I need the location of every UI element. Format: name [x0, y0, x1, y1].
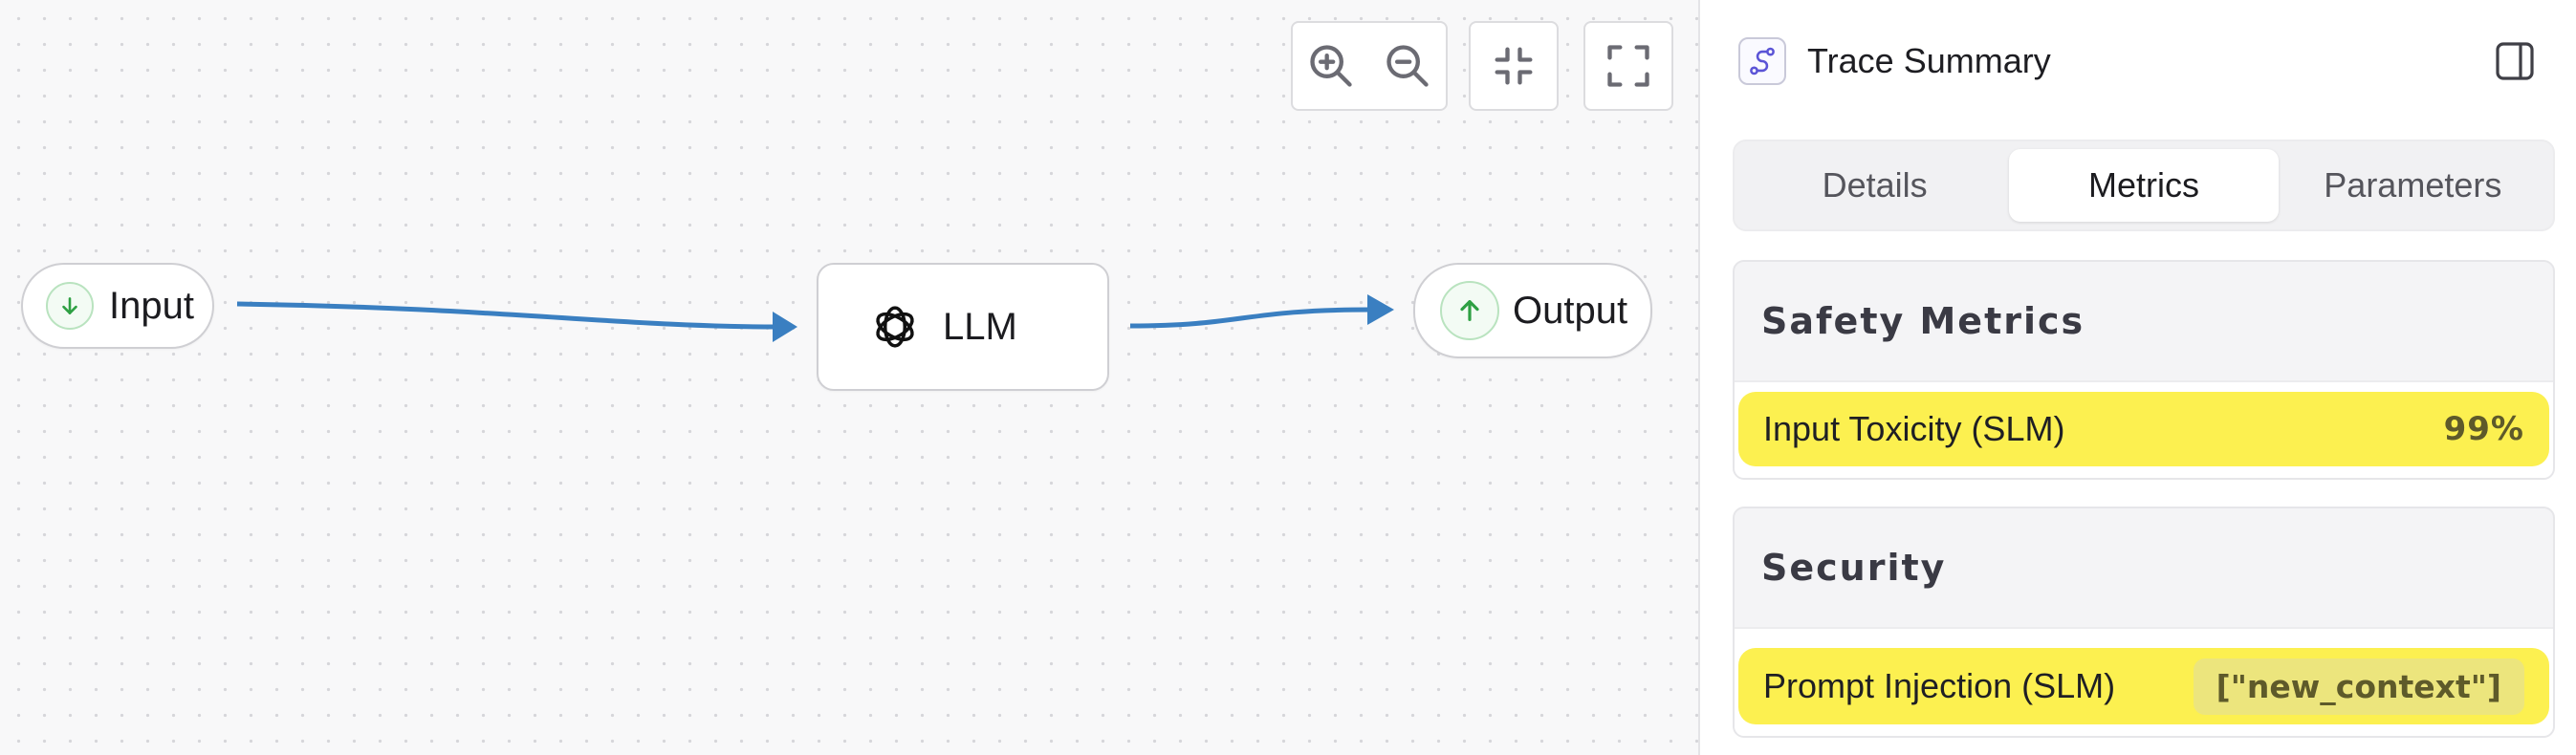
- safety-metrics-card: Safety Metrics Input Toxicity (SLM) 99%: [1733, 260, 2555, 480]
- sidebar-toggle-icon: [2496, 42, 2534, 80]
- security-card: Security Prompt Injection (SLM) ["new_co…: [1733, 507, 2555, 738]
- tab-metrics[interactable]: Metrics: [2009, 149, 2279, 222]
- panel-header: Trace Summary: [1738, 34, 2547, 88]
- metric-row-prompt-injection[interactable]: Prompt Injection (SLM) ["new_context"]: [1738, 648, 2549, 724]
- edge-arrowhead: [1367, 294, 1394, 325]
- edge-input-llm: [236, 301, 777, 330]
- trace-icon: [1738, 37, 1786, 85]
- input-node-icon: [46, 282, 94, 330]
- panel-tabs: Details Metrics Parameters: [1733, 140, 2555, 231]
- metric-row-input-toxicity[interactable]: Input Toxicity (SLM) 99%: [1738, 392, 2549, 466]
- section-title: Safety Metrics: [1761, 300, 2085, 342]
- output-node-label: Output: [1513, 289, 1628, 332]
- output-node-icon: [1440, 281, 1499, 340]
- arrow-down-icon: [62, 297, 77, 314]
- arrow-up-icon: [1460, 300, 1479, 321]
- metric-value: 99%: [2443, 410, 2524, 448]
- openai-logo-icon: [876, 306, 914, 348]
- panel-title: Trace Summary: [1807, 41, 2051, 80]
- route-icon: [1750, 47, 1775, 76]
- section-body: Input Toxicity (SLM) 99%: [1735, 380, 2553, 478]
- flow-canvas[interactable]: Input LLM Output: [0, 0, 1698, 755]
- section-title: Security: [1761, 547, 1947, 589]
- tab-parameters[interactable]: Parameters: [2279, 149, 2547, 222]
- input-node[interactable]: Input: [21, 263, 214, 349]
- toggle-panel-button[interactable]: [2492, 38, 2538, 84]
- tab-details[interactable]: Details: [1740, 149, 2009, 222]
- edge-llm-output: [1129, 307, 1372, 329]
- llm-node-label: LLM: [943, 305, 1017, 348]
- metric-value-chip: ["new_context"]: [2193, 658, 2524, 715]
- trace-summary-panel: Trace Summary Details Metrics Parameters…: [1698, 0, 2576, 755]
- input-node-label: Input: [109, 284, 194, 327]
- section-body: Prompt Injection (SLM) ["new_context"]: [1735, 627, 2553, 736]
- metric-label: Prompt Injection (SLM): [1763, 666, 2116, 705]
- llm-node[interactable]: LLM: [817, 263, 1109, 391]
- edge-arrowhead: [773, 312, 797, 342]
- output-node[interactable]: Output: [1413, 263, 1652, 358]
- metric-label: Input Toxicity (SLM): [1763, 409, 2065, 448]
